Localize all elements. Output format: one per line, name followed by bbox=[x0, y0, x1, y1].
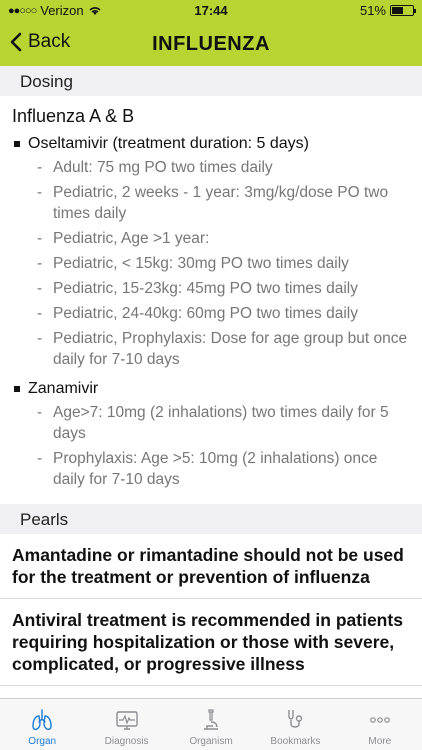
top-bar: ●●○○○ Verizon 17:44 51% Back INFLUENZA bbox=[0, 0, 422, 66]
lungs-icon bbox=[32, 709, 52, 731]
tab-label: Bookmarks bbox=[270, 736, 321, 747]
drug-oseltamivir: Oseltamivir (treatment duration: 5 days) bbox=[14, 135, 410, 153]
dose-item: Pediatric, Prophylaxis: Dose for age gro… bbox=[37, 328, 410, 370]
section-header-pearls: Pearls bbox=[0, 504, 422, 534]
battery-percent: 51% bbox=[359, 3, 386, 18]
tab-label: Organism bbox=[189, 736, 233, 747]
dosing-section: Influenza A & B Oseltamivir (treatment d… bbox=[0, 96, 422, 504]
battery-status: 51% bbox=[359, 3, 416, 18]
bullet-icon bbox=[14, 386, 20, 392]
pearl-item: Amantadine or rimantadine should not be … bbox=[0, 534, 422, 599]
dose-item: Prophylaxis: Age >5: 10mg (2 inhalations… bbox=[37, 448, 410, 490]
page-title: INFLUENZA bbox=[152, 33, 270, 55]
tab-bookmarks[interactable]: Bookmarks bbox=[253, 699, 337, 750]
content-scroll[interactable]: Dosing Influenza A & B Oseltamivir (trea… bbox=[0, 66, 422, 698]
dose-list: Age>7: 10mg (2 inhalations) two times da… bbox=[37, 402, 410, 490]
pearl-item: Treatment may decrease duration of illne… bbox=[0, 686, 422, 698]
dose-item: Pediatric, 2 weeks - 1 year: 3mg/kg/dose… bbox=[37, 182, 410, 224]
drug-zanamivir: Zanamivir bbox=[14, 380, 410, 398]
tab-label: Organ bbox=[28, 736, 57, 747]
dose-item: Pediatric, < 15kg: 30mg PO two times dai… bbox=[37, 253, 410, 274]
status-bar: ●●○○○ Verizon 17:44 51% bbox=[0, 0, 422, 22]
section-header-dosing: Dosing bbox=[0, 66, 422, 96]
battery-icon bbox=[390, 5, 416, 16]
bullet-icon bbox=[14, 141, 20, 147]
pearl-item: Antiviral treatment is recommended in pa… bbox=[0, 599, 422, 686]
tab-bar: Organ Diagnosis Organism Bookmarks More bbox=[0, 698, 422, 750]
dose-list: Adult: 75 mg PO two times daily Pediatri… bbox=[37, 157, 410, 370]
dose-item: Pediatric, Age >1 year: bbox=[37, 228, 410, 249]
drug-name: Oseltamivir (treatment duration: 5 days) bbox=[28, 135, 309, 152]
tab-more[interactable]: More bbox=[338, 699, 422, 750]
drug-name: Zanamivir bbox=[28, 380, 99, 397]
stethoscope-icon bbox=[288, 710, 303, 728]
dose-item: Age>7: 10mg (2 inhalations) two times da… bbox=[37, 402, 410, 444]
navigation-bar: Back INFLUENZA bbox=[0, 22, 422, 66]
dose-item: Adult: 75 mg PO two times daily bbox=[37, 157, 410, 178]
dose-item: Pediatric, 15-23kg: 45mg PO two times da… bbox=[37, 278, 410, 299]
tab-label: Diagnosis bbox=[104, 736, 149, 747]
microscope-icon bbox=[204, 709, 219, 730]
dose-item: Pediatric, 24-40kg: 60mg PO two times da… bbox=[37, 303, 410, 324]
monitor-icon bbox=[115, 711, 138, 730]
tab-label: More bbox=[368, 736, 392, 747]
tab-diagnosis[interactable]: Diagnosis bbox=[84, 699, 168, 750]
tab-organism[interactable]: Organism bbox=[169, 699, 253, 750]
more-icon bbox=[370, 717, 390, 723]
dosing-heading: Influenza A & B bbox=[12, 106, 135, 126]
clock: 17:44 bbox=[194, 3, 228, 18]
tab-organ[interactable]: Organ bbox=[0, 699, 84, 750]
